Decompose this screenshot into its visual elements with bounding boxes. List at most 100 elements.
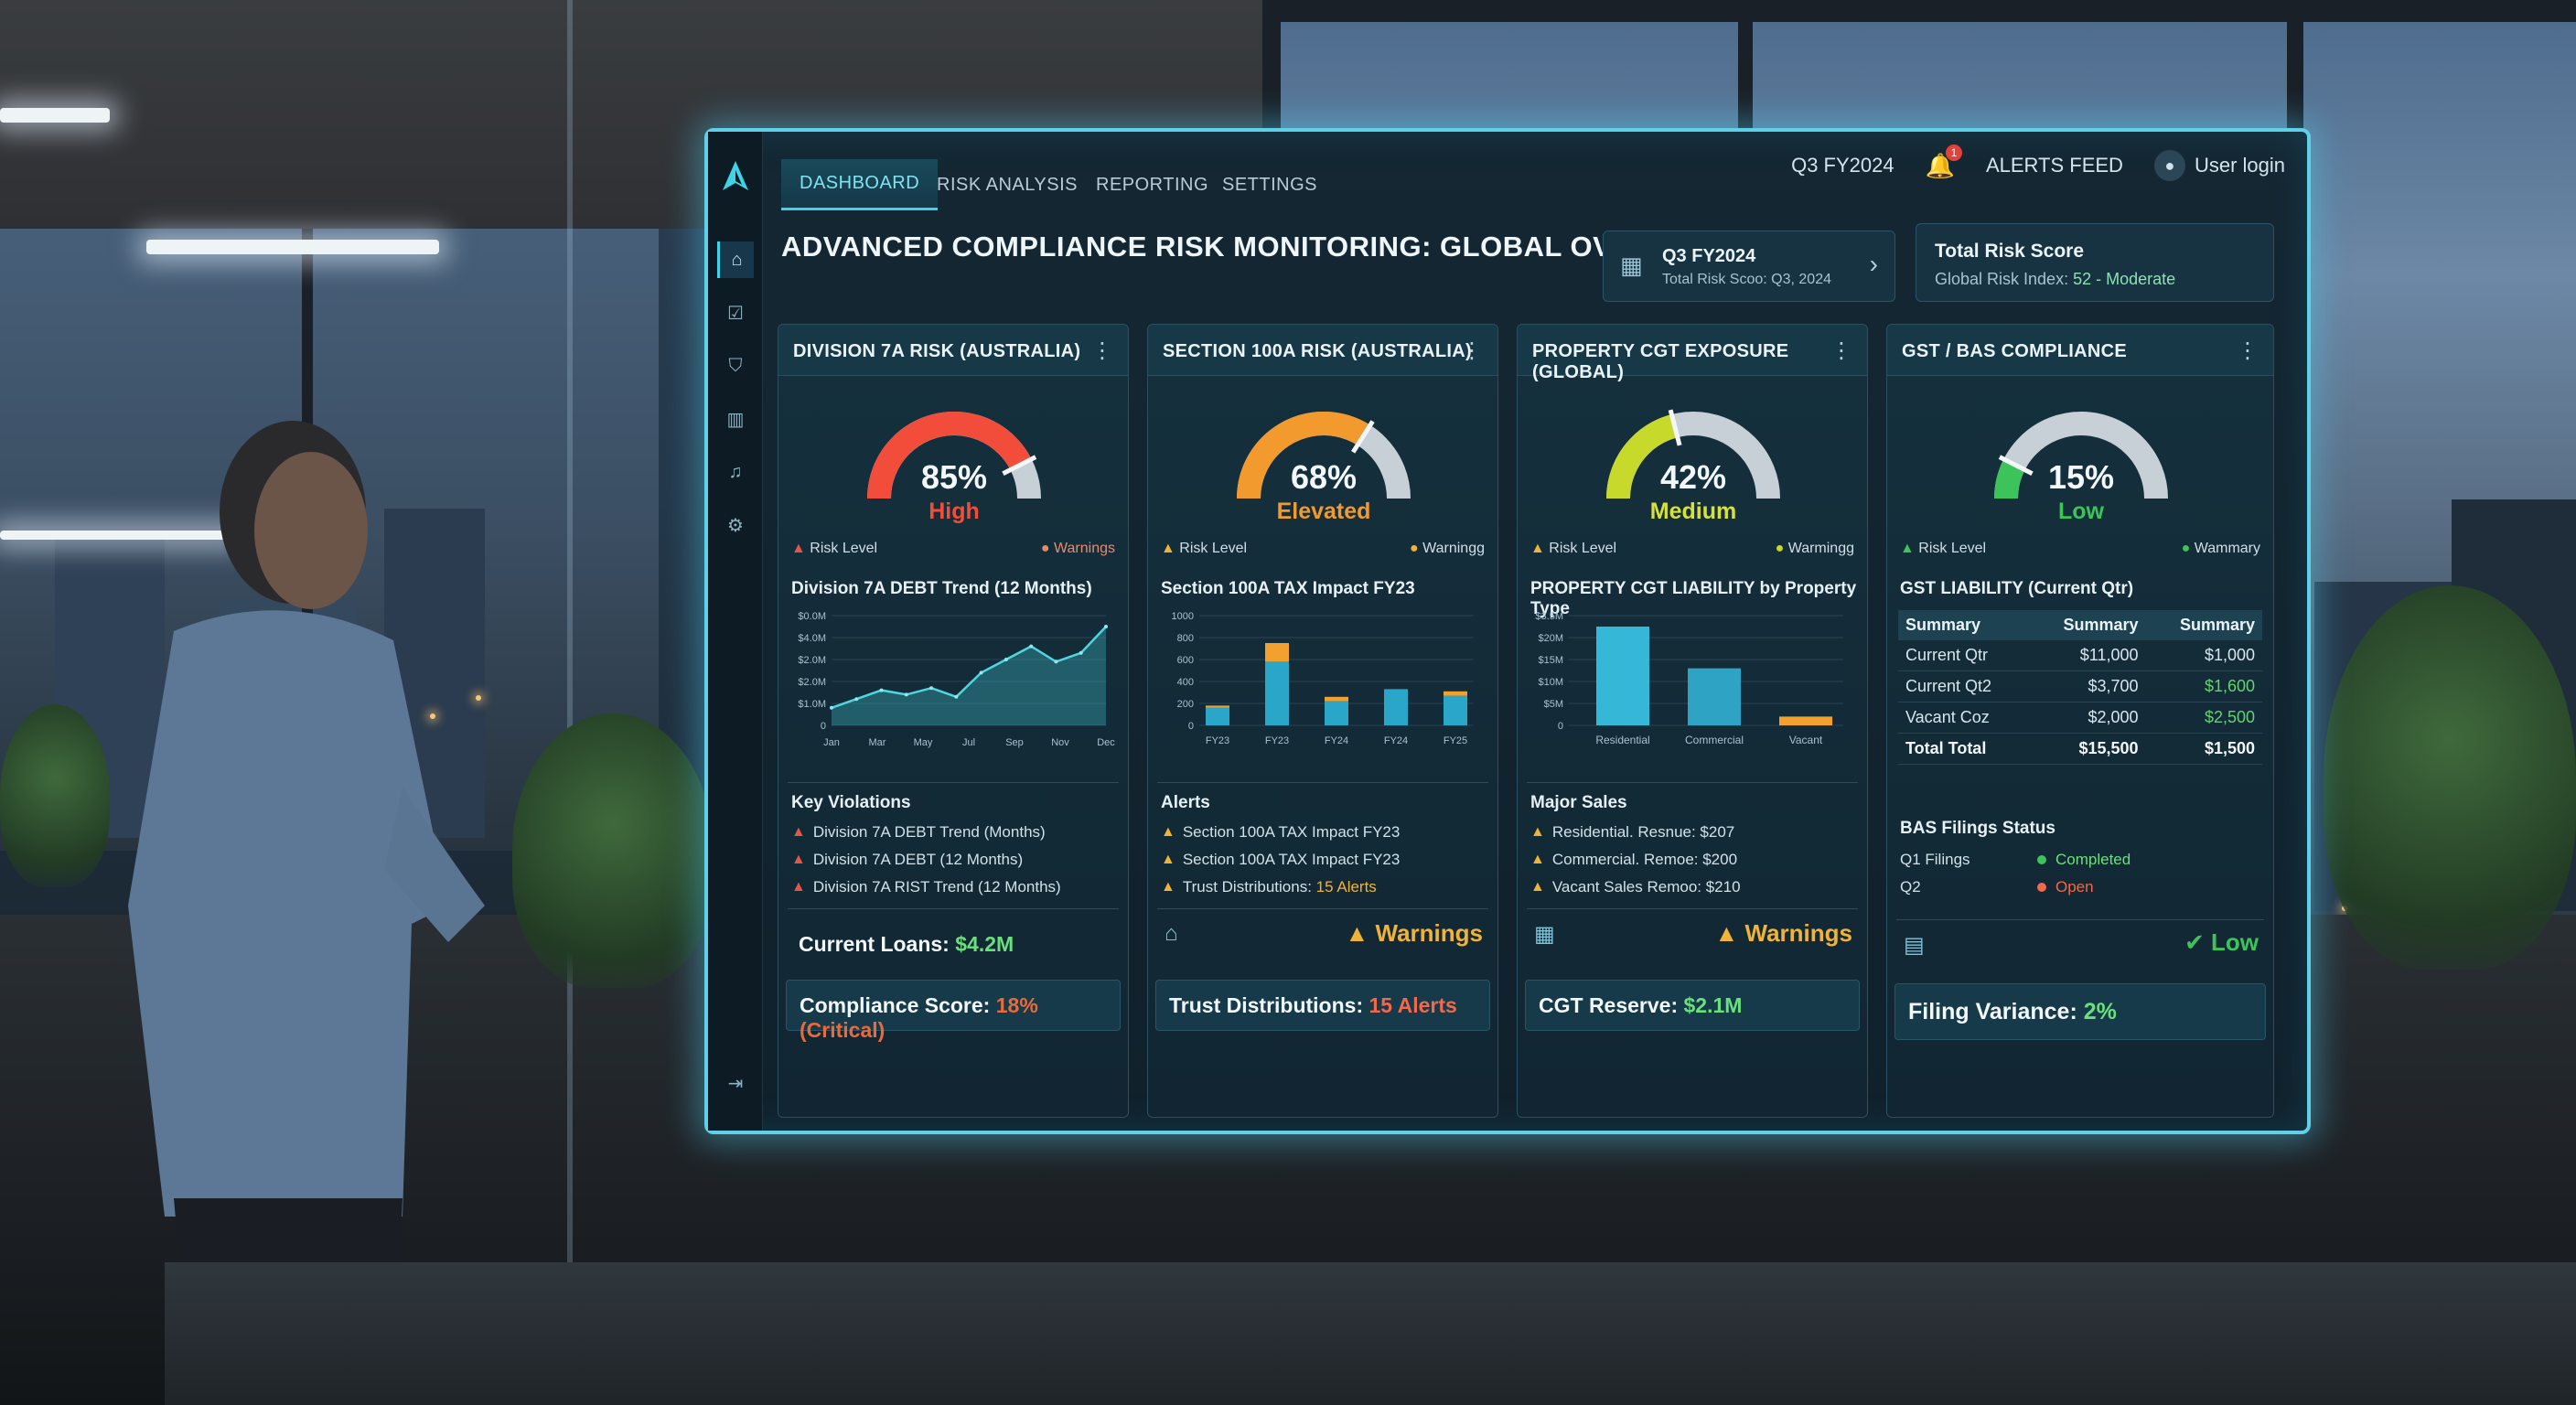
debt-trend-chart: 0 $1.0M $2.0M $2.0M $4.0M $0.0M Jan Mar May Jul Se… <box>798 611 1115 748</box>
more-options-icon[interactable]: ⋮ <box>1830 338 1852 364</box>
table-row[interactable]: Current Qtr $11,000 $1,000 <box>1898 640 2262 671</box>
shield-icon[interactable]: ⛉ <box>717 348 754 384</box>
risk-level-label: ▲ Risk Level <box>1530 541 1616 557</box>
more-options-icon[interactable]: ⋮ <box>1091 338 1113 364</box>
more-options-icon[interactable]: ⋮ <box>2237 338 2259 364</box>
warnings-indicator[interactable]: ▲ Warnings <box>1346 919 1483 948</box>
list-item[interactable]: ▲ Division 7A RIST Trend (12 Months) <box>791 874 1115 901</box>
building-icon: ▦ <box>1534 922 1555 947</box>
bar <box>1206 707 1229 725</box>
risk-level-label: ▲ Risk Level <box>791 541 877 557</box>
list-item[interactable]: ▲ Section 100A TAX Impact FY23 <box>1161 846 1485 874</box>
period-label[interactable]: Q3 FY2024 <box>1791 154 1894 177</box>
panel-header: DIVISION 7A RISK (AUSTRALIA) ⋮ <box>778 325 1128 376</box>
gauge-value: 42% <box>1659 458 1727 496</box>
warnings-text: Warnings <box>1054 541 1115 556</box>
x-tick-label: Mar <box>869 737 886 748</box>
y-tick-label: 0 <box>1188 721 1194 732</box>
logout-icon[interactable]: ⇥ <box>717 1065 754 1101</box>
table-row[interactable]: Vacant Coz $2,000 $2,500 <box>1898 702 2262 734</box>
x-tick-label: Dec <box>1097 737 1115 748</box>
table-header[interactable]: Summary <box>2029 610 2146 640</box>
list-item[interactable]: ▲ Division 7A DEBT Trend (Months) <box>791 819 1115 846</box>
table-total-row[interactable]: Total Total $15,500 $1,500 <box>1898 733 2262 765</box>
glass-partition <box>567 0 573 1281</box>
list-item[interactable]: ▲ Commercial. Remoe: $200 <box>1530 846 1854 874</box>
x-tick-label: Nov <box>1051 737 1069 748</box>
y-tick-label: 0 <box>821 721 826 732</box>
list-item[interactable]: ▲ Division 7A DEBT (12 Months) <box>791 846 1115 874</box>
y-tick-label: 600 <box>1177 655 1194 666</box>
tab-settings[interactable]: SETTINGS <box>1204 159 1336 210</box>
gst-table-title: GST LIABILITY (Current Qtr) <box>1900 579 2134 598</box>
user-login[interactable]: ● User login <box>2153 150 2285 181</box>
data-point <box>1079 650 1083 655</box>
x-tick-label: FY23 <box>1206 735 1229 746</box>
list-item[interactable]: ▲ Section 100A TAX Impact FY23 <box>1161 819 1485 846</box>
checklist-icon[interactable]: ☑ <box>717 295 754 331</box>
y-tick-label: $15M <box>1538 655 1563 666</box>
list-item[interactable]: Q2 Open <box>1900 874 2260 901</box>
alerts-bell-icon[interactable]: 🔔 1 <box>1926 144 1962 180</box>
divider <box>1896 919 2264 920</box>
major-sales-title: Major Sales <box>1530 793 1627 812</box>
trust-distributions-text: Trust Distributions: <box>1169 993 1364 1017</box>
list-item[interactable]: ▲ Vacant Sales Remoo: $210 <box>1530 874 1854 901</box>
low-status-badge[interactable]: ✔ Low <box>2184 928 2259 957</box>
divider <box>1527 782 1858 783</box>
risk-level-text: Risk Level <box>1179 541 1248 556</box>
alerts-feed-link[interactable]: ALERTS FEED <box>1986 154 2123 177</box>
risk-row: ▲ Risk Level ● Warmingg <box>1530 541 1854 557</box>
bar <box>1206 705 1229 708</box>
warning-triangle-icon: ▲ <box>791 879 806 895</box>
period-selector[interactable]: ▦ Q3 FY2024 Total Risk Scoo: Q3, 2024 › <box>1603 231 1895 302</box>
alerts-list: ▲ Section 100A TAX Impact FY23 ▲ Section 1… <box>1161 819 1485 901</box>
y-tick-label: $1.0M <box>798 699 826 710</box>
more-options-icon[interactable]: ⋮ <box>1461 338 1483 364</box>
building-icon: ⌂ <box>1165 921 1178 946</box>
home-icon[interactable]: ⌂ <box>717 241 754 278</box>
app-logo-icon[interactable] <box>721 159 750 192</box>
panel-title: DIVISION 7A RISK (AUSTRALIA) <box>793 341 1081 361</box>
ceiling-light <box>146 240 439 254</box>
tax-impact-chart: 0 200 400 600 800 1000 FY23 FY23 FY24 FY24 FY25 <box>1172 611 1474 746</box>
gear-icon[interactable]: ⚙ <box>717 507 754 543</box>
list-item[interactable]: Q1 Filings Completed <box>1900 846 2260 874</box>
trust-distributions-value: 15 Alerts <box>1368 993 1457 1017</box>
y-tick-label: 0 <box>1558 721 1563 732</box>
score-card-title: Total Risk Score <box>1935 241 2084 262</box>
user-login-label: User login <box>2194 154 2285 177</box>
x-tick-label: FY24 <box>1384 735 1408 746</box>
warnings-label: ● Warnings <box>1041 541 1115 557</box>
bas-filing-label: Q1 Filings <box>1900 851 1970 868</box>
warnings-indicator[interactable]: ▲ Warnings <box>1715 919 1852 948</box>
table-header[interactable]: Summary <box>2145 610 2262 640</box>
x-tick-label: FY24 <box>1325 735 1348 746</box>
tab-dashboard[interactable]: DASHBOARD <box>781 159 939 210</box>
compliance-score-text: Compliance Score: <box>800 993 991 1017</box>
status-dot <box>2037 855 2046 864</box>
panel-property-cgt: PROPERTY CGT EXPOSURE (GLOBAL) ⋮ 42% Med… <box>1517 324 1868 1118</box>
calendar-icon: ▦ <box>1620 252 1643 279</box>
panel-title: GST / BAS COMPLIANCE <box>1902 341 2128 361</box>
compliance-score: Compliance Score: 18% (Critical) <box>786 980 1121 1042</box>
list-item-text: Division 7A DEBT (12 Months) <box>812 851 1024 868</box>
bar-chart-icon[interactable]: ▥ <box>717 401 754 437</box>
chart-title: Section 100A TAX Impact FY23 <box>1161 579 1415 598</box>
y-tick-label: 400 <box>1177 677 1194 688</box>
table-row[interactable]: Current Qt2 $3,700 $1,600 <box>1898 670 2262 702</box>
table-header[interactable]: Summary <box>1898 610 2030 640</box>
status-dot <box>2037 883 2046 892</box>
list-item[interactable]: ▲ Trust Distributions: 15 Alerts <box>1161 874 1485 901</box>
tab-risk-analysis[interactable]: RISK ANALYSIS <box>918 159 1096 210</box>
warning-triangle-icon: ▲ <box>1161 879 1175 895</box>
filing-variance-value: 2% <box>2083 999 2117 1024</box>
violations-list: ▲ Division 7A DEBT Trend (Months) ▲ Divisi… <box>791 819 1115 901</box>
warnings-label: ● Wammary <box>2182 541 2260 557</box>
list-item-text: Commercial. Remoe: $200 <box>1551 851 1738 868</box>
warning-triangle-icon: ▲ <box>1161 541 1175 556</box>
bar <box>1779 716 1832 725</box>
list-item[interactable]: ▲ Residential. Resnue: $207 <box>1530 819 1854 846</box>
bell-icon[interactable]: ♫ <box>717 454 754 490</box>
desk <box>165 1262 2576 1405</box>
